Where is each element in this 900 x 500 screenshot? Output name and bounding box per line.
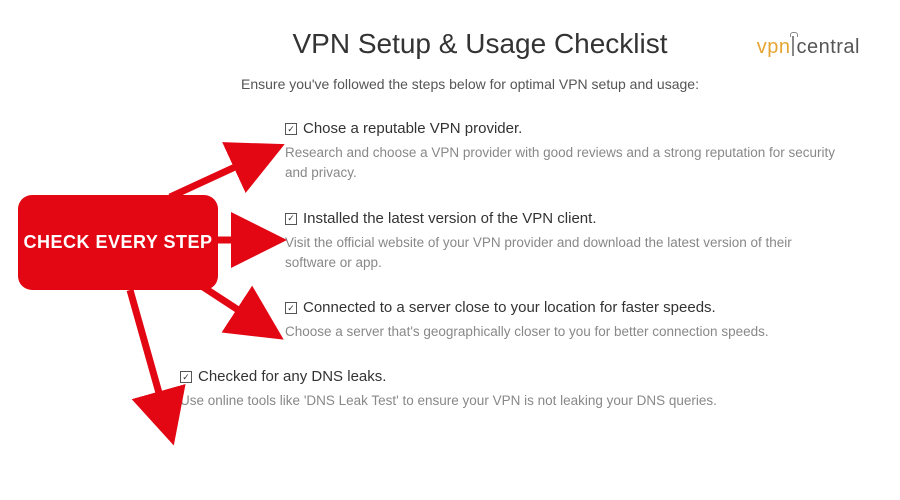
checklist-item-description: Choose a server that's geographically cl… <box>285 322 840 342</box>
logo-part-vpn: vpn <box>757 36 791 58</box>
checklist-item-title: Chose a reputable VPN provider. <box>303 120 522 137</box>
checkbox-icon[interactable]: ✓ <box>180 371 192 383</box>
brand-logo: vpncentral <box>757 36 860 59</box>
logo-divider-icon <box>792 36 794 56</box>
annotation-callout-text: CHECK EVERY STEP <box>23 231 212 254</box>
checklist-item-title: Checked for any DNS leaks. <box>198 368 386 385</box>
checklist-item-description: Research and choose a VPN provider with … <box>285 143 840 184</box>
checklist-item: ✓ Installed the latest version of the VP… <box>285 210 840 274</box>
checkbox-icon[interactable]: ✓ <box>285 302 297 314</box>
checkbox-icon[interactable]: ✓ <box>285 123 297 135</box>
checklist-item: ✓ Chose a reputable VPN provider. Resear… <box>285 120 840 184</box>
checklist-item-title: Connected to a server close to your loca… <box>303 299 716 316</box>
logo-part-central: central <box>796 36 860 58</box>
page-subtitle: Ensure you've followed the steps below f… <box>0 76 900 92</box>
checklist-item-description: Visit the official website of your VPN p… <box>285 233 840 274</box>
annotation-callout: CHECK EVERY STEP <box>18 195 218 290</box>
checklist-item: ✓ Checked for any DNS leaks. Use online … <box>0 368 900 411</box>
checklist-item-title: Installed the latest version of the VPN … <box>303 210 597 227</box>
checklist-item-description: Use online tools like 'DNS Leak Test' to… <box>180 391 840 411</box>
checklist-item: ✓ Connected to a server close to your lo… <box>285 299 840 342</box>
checkbox-icon[interactable]: ✓ <box>285 213 297 225</box>
